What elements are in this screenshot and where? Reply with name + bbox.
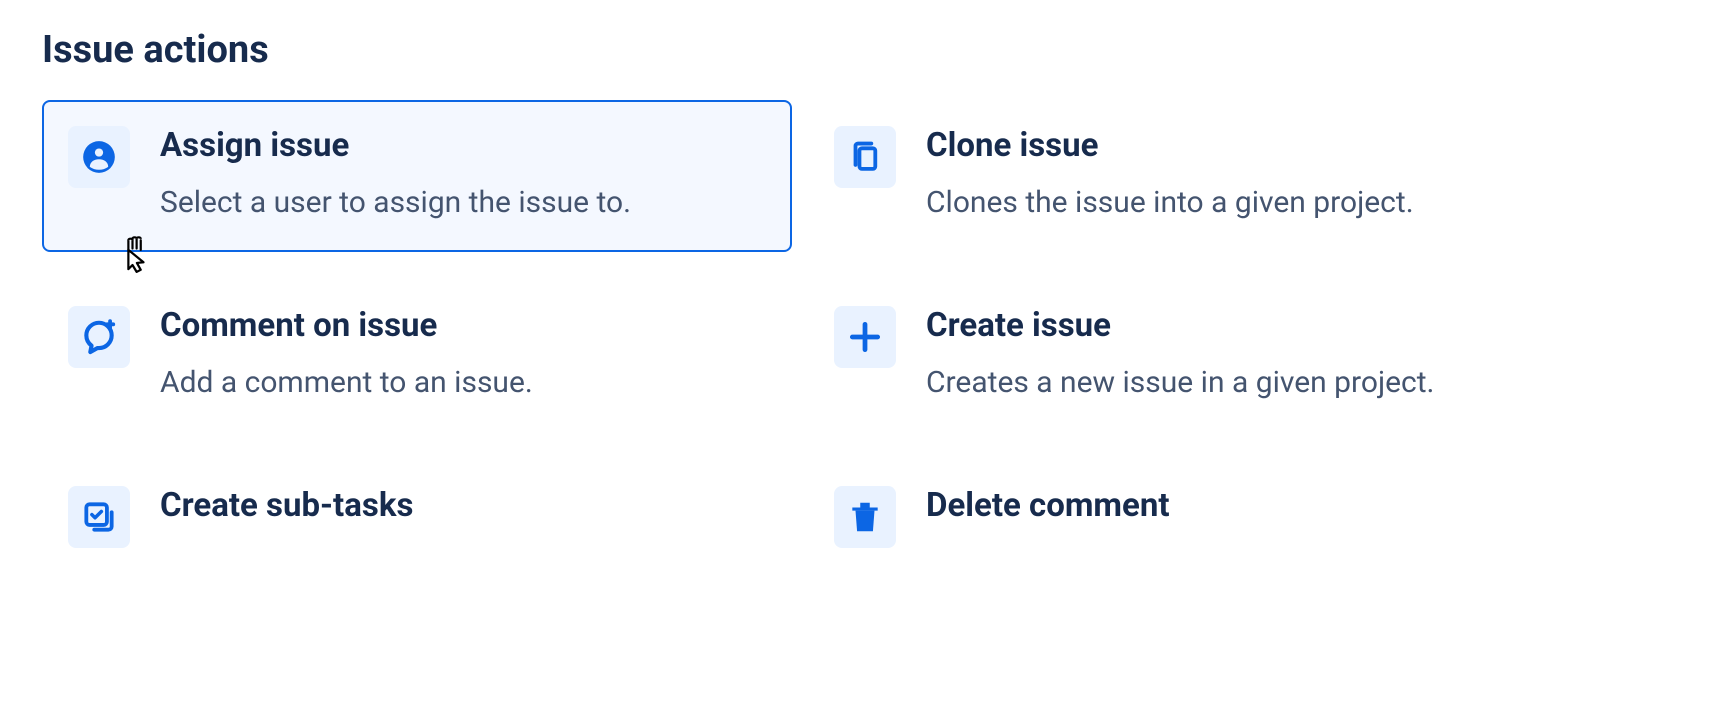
person-circle-icon — [68, 126, 130, 188]
action-text: Clone issue Clones the issue into a give… — [926, 126, 1532, 226]
cursor-pointer-icon — [116, 232, 160, 280]
action-description: Creates a new issue in a given project. — [926, 360, 1532, 407]
action-title: Delete comment — [926, 486, 1532, 526]
comment-add-icon — [68, 306, 130, 368]
action-title: Comment on issue — [160, 306, 766, 346]
action-title: Assign issue — [160, 126, 766, 166]
issue-actions-grid: Assign issue Select a user to assign the… — [42, 100, 1668, 574]
action-description: Clones the issue into a given project. — [926, 180, 1532, 227]
plus-icon — [834, 306, 896, 368]
action-title: Create issue — [926, 306, 1532, 346]
section-title: Issue actions — [42, 28, 1668, 72]
action-text: Delete comment — [926, 486, 1532, 540]
action-description: Add a comment to an issue. — [160, 360, 766, 407]
copy-icon — [834, 126, 896, 188]
action-text: Create sub-tasks — [160, 486, 766, 540]
action-text: Create issue Creates a new issue in a gi… — [926, 306, 1532, 406]
action-title: Create sub-tasks — [160, 486, 766, 526]
action-create-sub-tasks[interactable]: Create sub-tasks — [42, 460, 792, 574]
action-title: Clone issue — [926, 126, 1532, 166]
action-text: Assign issue Select a user to assign the… — [160, 126, 766, 226]
action-assign-issue[interactable]: Assign issue Select a user to assign the… — [42, 100, 792, 252]
subtask-icon — [68, 486, 130, 548]
trash-icon — [834, 486, 896, 548]
action-text: Comment on issue Add a comment to an iss… — [160, 306, 766, 406]
action-clone-issue[interactable]: Clone issue Clones the issue into a give… — [808, 100, 1558, 252]
action-comment-on-issue[interactable]: Comment on issue Add a comment to an iss… — [42, 280, 792, 432]
action-description: Select a user to assign the issue to. — [160, 180, 766, 227]
action-delete-comment[interactable]: Delete comment — [808, 460, 1558, 574]
action-create-issue[interactable]: Create issue Creates a new issue in a gi… — [808, 280, 1558, 432]
